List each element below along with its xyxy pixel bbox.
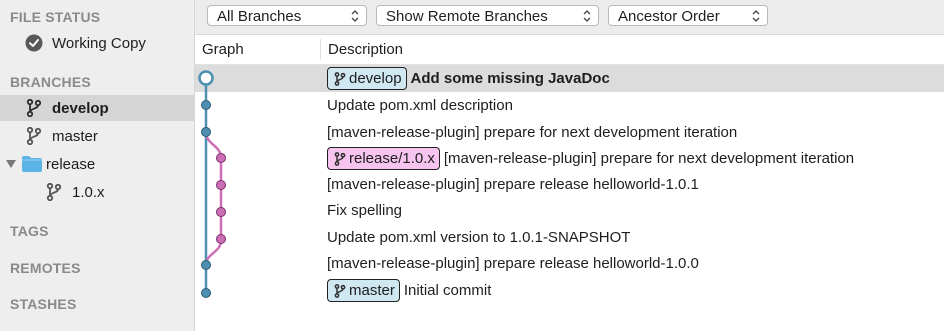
graph-node[interactable]: [201, 288, 211, 298]
commit-message: [maven-release-plugin] prepare for next …: [443, 150, 855, 167]
commit-description: master Initial commit: [327, 277, 491, 304]
sidebar-item-label: release: [46, 155, 96, 173]
graph-node[interactable]: [201, 260, 211, 270]
section-stashes[interactable]: STASHES: [10, 296, 77, 312]
graph-node[interactable]: [216, 234, 226, 244]
commit-row[interactable]: release/1.0.x [maven-release-plugin] pre…: [195, 145, 944, 172]
commit-message: Update pom.xml description: [327, 97, 513, 114]
column-header: Graph Description: [195, 35, 944, 65]
commit-row[interactable]: [maven-release-plugin] prepare release h…: [195, 250, 944, 277]
chevron-updown-icon: [351, 10, 359, 22]
commit-message: Update pom.xml version to 1.0.1-SNAPSHOT: [327, 229, 631, 246]
branch-tag-master[interactable]: master: [327, 279, 400, 302]
branch-icon: [334, 151, 346, 166]
commit-row[interactable]: [maven-release-plugin] prepare release h…: [195, 171, 944, 198]
chevron-updown-icon: [583, 10, 591, 22]
column-divider[interactable]: [320, 39, 321, 60]
commit-message: [maven-release-plugin] prepare release h…: [327, 255, 699, 272]
commit-message: Initial commit: [403, 282, 492, 299]
commit-message: Add some missing JavaDoc: [410, 70, 610, 87]
commit-description: Fix spelling: [327, 197, 402, 224]
branch-tag-label: develop: [349, 70, 402, 87]
order-dropdown[interactable]: Ancestor Order: [608, 5, 768, 26]
sidebar-item-release-folder[interactable]: release: [0, 151, 194, 177]
branch-icon: [44, 182, 64, 202]
commit-row[interactable]: Update pom.xml description: [195, 92, 944, 119]
branch-icon: [24, 98, 44, 118]
commit-row[interactable]: develop Add some missing JavaDoc: [195, 65, 944, 92]
graph-node-head[interactable]: [198, 70, 214, 86]
commit-description: Update pom.xml version to 1.0.1-SNAPSHOT: [327, 224, 630, 251]
sidebar-item-label: master: [52, 127, 98, 145]
dropdown-value: All Branches: [217, 8, 302, 25]
folder-icon: [22, 154, 42, 174]
commit-description: Update pom.xml description: [327, 92, 513, 119]
branch-tag-release[interactable]: release/1.0.x: [327, 147, 440, 170]
check-circle-icon: [24, 33, 44, 53]
branch-icon: [334, 71, 346, 86]
section-tags[interactable]: TAGS: [10, 223, 49, 239]
disclosure-triangle-icon[interactable]: [6, 159, 16, 169]
dropdown-value: Show Remote Branches: [386, 8, 548, 25]
commit-message: Fix spelling: [327, 202, 403, 219]
graph-node[interactable]: [201, 100, 211, 110]
commit-description: [maven-release-plugin] prepare release h…: [327, 171, 699, 198]
remote-branches-dropdown[interactable]: Show Remote Branches: [376, 5, 599, 26]
commit-message: [maven-release-plugin] prepare for next …: [327, 124, 738, 141]
commit-description: develop Add some missing JavaDoc: [327, 65, 610, 92]
commit-description: release/1.0.x [maven-release-plugin] pre…: [327, 145, 854, 172]
column-header-graph[interactable]: Graph: [202, 41, 244, 58]
graph-node[interactable]: [216, 180, 226, 190]
graph-node[interactable]: [201, 127, 211, 137]
section-file-status: FILE STATUS: [10, 9, 101, 25]
sidebar-item-release-1-0-x[interactable]: 1.0.x: [0, 179, 194, 205]
graph-line-release: [204, 131, 223, 266]
sidebar-item-label: develop: [52, 99, 109, 117]
commit-row[interactable]: master Initial commit: [195, 277, 944, 304]
sidebar-item-label: Working Copy: [52, 34, 146, 52]
sidebar: FILE STATUS Working Copy BRANCHES develo…: [0, 0, 195, 331]
commit-description: [maven-release-plugin] prepare release h…: [327, 250, 699, 277]
branch-tag-label: release/1.0.x: [349, 150, 435, 167]
commit-list: develop Add some missing JavaDoc Update …: [195, 65, 944, 331]
sidebar-item-label: 1.0.x: [72, 183, 105, 201]
section-branches: BRANCHES: [10, 74, 91, 90]
commit-row[interactable]: [maven-release-plugin] prepare for next …: [195, 119, 944, 146]
sidebar-item-master[interactable]: master: [0, 123, 194, 149]
graph-node[interactable]: [216, 207, 226, 217]
commit-graph: [198, 70, 226, 298]
sidebar-item-working-copy[interactable]: Working Copy: [0, 30, 194, 56]
commit-row[interactable]: Update pom.xml version to 1.0.1-SNAPSHOT: [195, 224, 944, 251]
branch-icon: [334, 283, 346, 298]
section-remotes[interactable]: REMOTES: [10, 260, 81, 276]
commit-row[interactable]: Fix spelling: [195, 197, 944, 224]
sidebar-item-develop[interactable]: develop: [0, 95, 194, 121]
commit-message: [maven-release-plugin] prepare release h…: [327, 176, 699, 193]
branch-icon: [24, 126, 44, 146]
graph-node[interactable]: [216, 153, 226, 163]
branches-filter-dropdown[interactable]: All Branches: [207, 5, 367, 26]
toolbar: All Branches Show Remote Branches Ancest…: [195, 0, 944, 35]
column-header-description[interactable]: Description: [328, 41, 403, 58]
commit-description: [maven-release-plugin] prepare for next …: [327, 119, 737, 146]
branch-tag-develop[interactable]: develop: [327, 67, 407, 90]
chevron-updown-icon: [752, 10, 760, 22]
branch-tag-label: master: [349, 282, 395, 299]
dropdown-value: Ancestor Order: [618, 8, 720, 25]
